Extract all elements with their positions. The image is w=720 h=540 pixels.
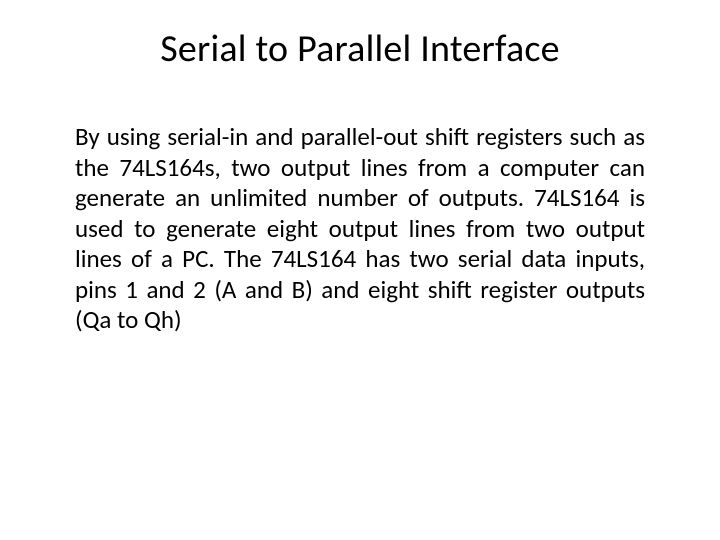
slide-title: Serial to Parallel Interface [75, 26, 645, 72]
slide-body-text: By using serial-in and parallel-out shif… [75, 122, 645, 336]
slide: Serial to Parallel Interface By using se… [0, 0, 720, 540]
